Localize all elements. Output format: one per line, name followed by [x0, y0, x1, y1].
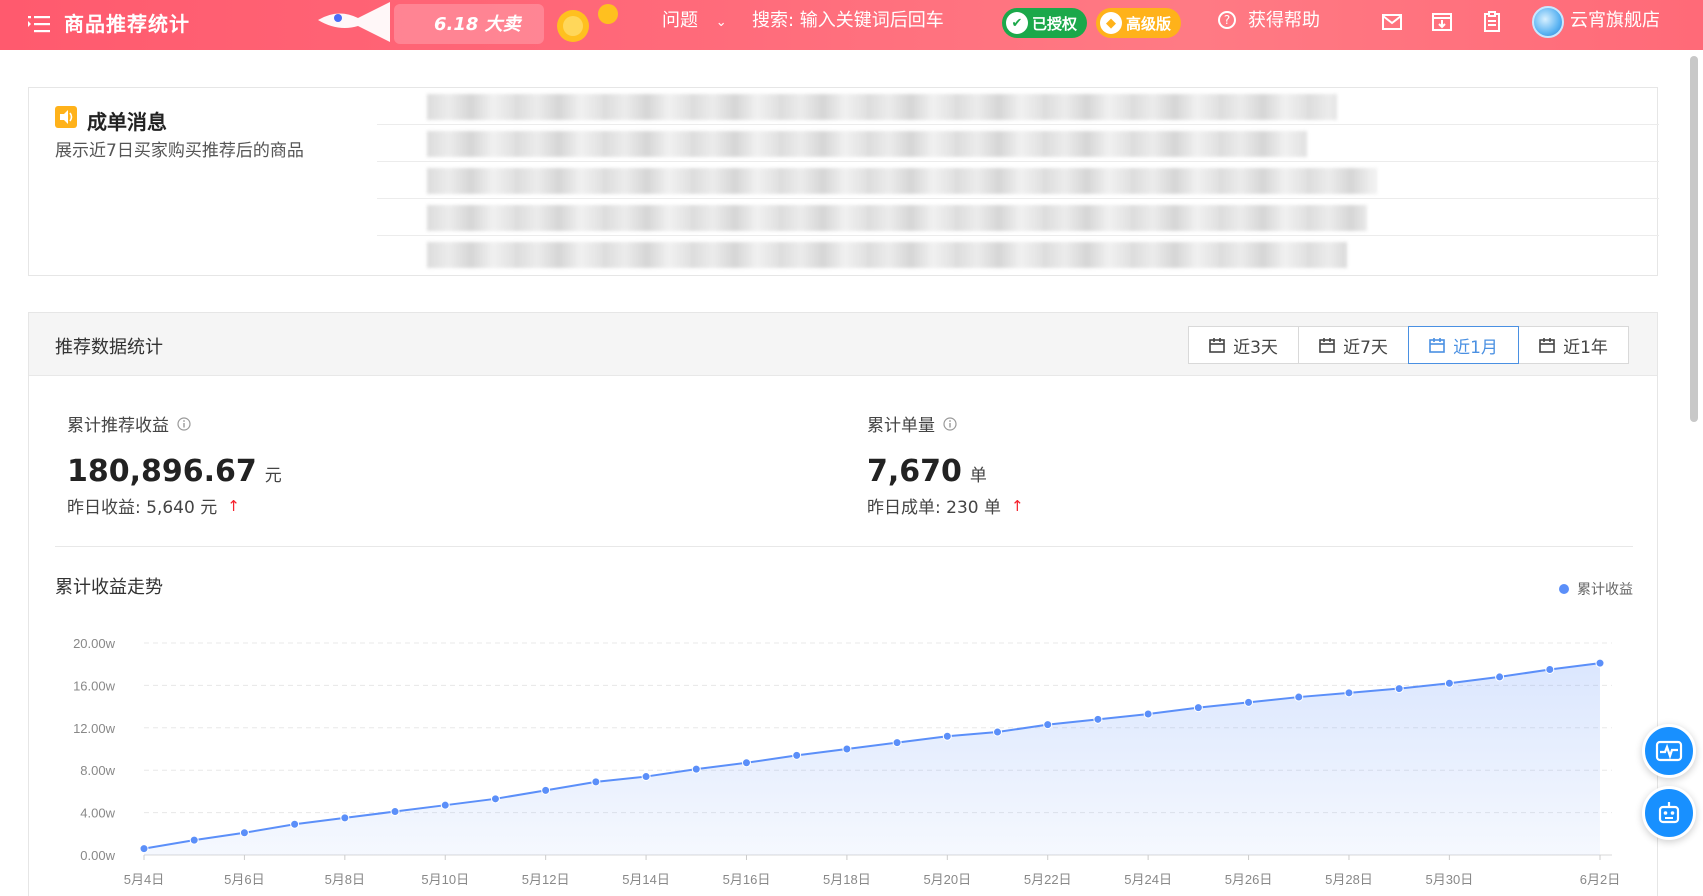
data-point [1143, 709, 1153, 719]
x-tick-label: 5月28日 [1325, 872, 1373, 887]
menu-icon[interactable] [28, 14, 50, 34]
help-link[interactable]: ? 获得帮助 [1218, 6, 1320, 32]
data-point [1193, 703, 1203, 713]
data-point [1043, 720, 1053, 730]
list-item [377, 236, 1659, 273]
range-1-month-button[interactable]: 近1月 [1408, 326, 1519, 364]
data-point [1595, 658, 1605, 668]
data-point [892, 738, 902, 748]
authorized-badge[interactable]: ✔ 已授权 [1002, 8, 1088, 38]
data-point [541, 785, 551, 795]
y-tick-label: 8.00w [80, 763, 115, 778]
stats-panel: 推荐数据统计 近3天 近7天 近1月 近1年 累计推荐收益 180,896.67… [28, 312, 1658, 896]
x-tick-label: 5月22日 [1024, 872, 1072, 887]
x-tick-label: 5月4日 [124, 872, 164, 887]
monitor-button[interactable] [1642, 724, 1696, 778]
data-point [189, 835, 199, 845]
data-point [290, 819, 300, 829]
list-item [377, 88, 1659, 125]
search-input[interactable]: 搜索: 输入关键词后回车 [752, 6, 944, 32]
data-point [691, 764, 701, 774]
pro-label: 高级版 [1126, 14, 1172, 33]
data-point [440, 800, 450, 810]
diamond-icon: ◆ [1100, 12, 1122, 34]
message-list [377, 88, 1659, 277]
speaker-icon [55, 106, 77, 128]
clipboard-icon[interactable] [1480, 10, 1504, 34]
download-box-icon[interactable] [1430, 10, 1454, 34]
x-tick-label: 5月30日 [1426, 872, 1474, 887]
data-point [1244, 697, 1254, 707]
x-tick-label: 5月20日 [923, 872, 971, 887]
data-point [1394, 684, 1404, 694]
data-point [340, 813, 350, 823]
message-title: 成单消息 [87, 110, 167, 134]
data-point [1294, 692, 1304, 702]
promo-text: 6.18 大卖 [434, 14, 521, 35]
x-tick-label: 5月8日 [325, 872, 365, 887]
message-subtitle: 展示近7日买家购买推荐后的商品 [55, 141, 304, 161]
vertical-scrollbar[interactable] [1690, 56, 1698, 422]
y-tick-label: 4.00w [80, 806, 115, 821]
data-point [239, 828, 249, 838]
data-point [591, 777, 601, 787]
data-point [792, 750, 802, 760]
top-header: 商品推荐统计 6.18 大卖 问题 ⌄ 搜索: 输入关键词后回车 ✔ 已授权 ◆… [0, 0, 1703, 50]
data-point [139, 844, 149, 854]
x-tick-label: 5月18日 [823, 872, 871, 887]
x-tick-label: 5月10日 [421, 872, 469, 887]
x-tick-label: 5月26日 [1225, 872, 1273, 887]
data-point [1444, 678, 1454, 688]
problem-label: 问题 [662, 10, 698, 31]
data-point [1495, 672, 1505, 682]
data-point [842, 744, 852, 754]
data-point [490, 794, 500, 804]
app-title: 商品推荐统计 [64, 12, 190, 36]
data-point [741, 758, 751, 768]
y-tick-label: 16.00w [73, 678, 116, 693]
x-tick-label: 6月2日 [1580, 872, 1620, 887]
x-tick-label: 5月24日 [1124, 872, 1172, 887]
range-label: 近1月 [1453, 337, 1498, 358]
data-point [390, 807, 400, 817]
pulse-icon [1655, 740, 1683, 762]
mail-icon[interactable] [1380, 10, 1404, 34]
y-tick-label: 0.00w [80, 848, 115, 863]
y-tick-label: 20.00w [73, 636, 116, 651]
data-point [641, 772, 651, 782]
pro-badge[interactable]: ◆ 高级版 [1096, 8, 1182, 38]
list-item [377, 199, 1659, 236]
list-item [377, 125, 1659, 162]
avatar[interactable] [1532, 6, 1564, 38]
data-point [942, 731, 952, 741]
y-tick-label: 12.00w [73, 721, 116, 736]
x-tick-label: 5月14日 [622, 872, 670, 887]
calendar-icon [1429, 337, 1445, 353]
data-point [1093, 714, 1103, 724]
data-point [1344, 688, 1354, 698]
x-tick-label: 5月16日 [723, 872, 771, 887]
authorized-label: 已授权 [1032, 14, 1078, 33]
promo-banner[interactable]: 6.18 大卖 [318, 0, 628, 50]
order-message-card: 成单消息 展示近7日买家购买推荐后的商品 [28, 87, 1659, 277]
data-point [993, 727, 1003, 737]
problem-menu[interactable]: 问题 ⌄ [662, 6, 727, 32]
help-icon: ? [1218, 11, 1236, 29]
x-tick-label: 5月6日 [224, 872, 264, 887]
shop-name[interactable]: 云宵旗舰店 [1570, 6, 1660, 32]
series-area [144, 663, 1600, 855]
robot-icon [1658, 802, 1680, 824]
shield-check-icon: ✔ [1006, 12, 1028, 34]
data-point [1545, 665, 1555, 674]
chevron-down-icon: ⌄ [715, 15, 727, 30]
x-tick-label: 5月12日 [522, 872, 570, 887]
list-item [377, 162, 1659, 199]
robot-assistant-button[interactable] [1642, 786, 1696, 840]
revenue-trend-chart: 0.00w 4.00w 8.00w 12.00w 16.00w 20.00w 5月4日 5月6… [73, 636, 1620, 887]
help-label: 获得帮助 [1248, 10, 1320, 31]
